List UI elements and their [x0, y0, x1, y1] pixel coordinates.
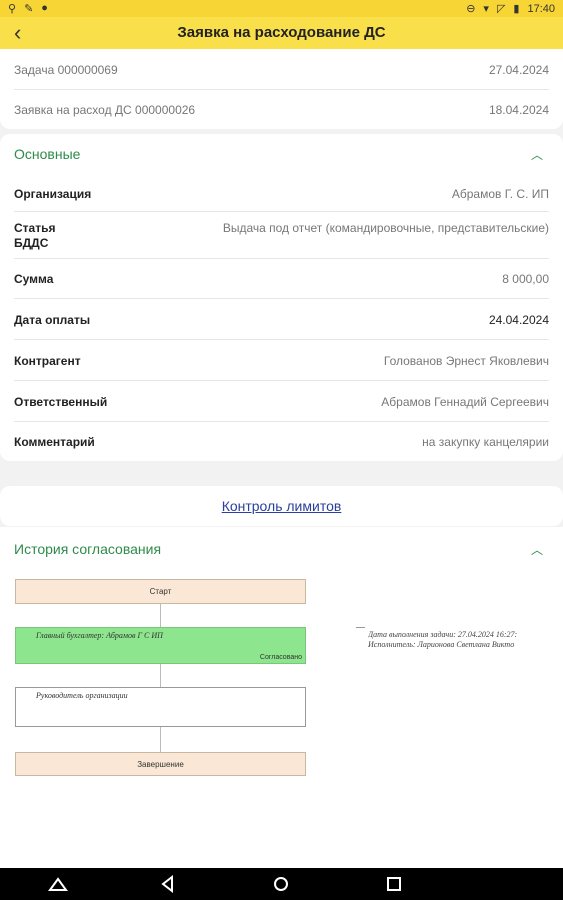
page-title: Заявка на расходование ДС — [177, 24, 386, 41]
divider — [14, 380, 549, 381]
field-value: Абрамов Г. С. ИП — [451, 187, 549, 201]
flow-step-director[interactable]: Руководитель организации — [15, 687, 306, 727]
minus-circle-icon: ⊖ — [466, 3, 476, 15]
field-label: Дата оплаты — [14, 313, 91, 327]
task-number: Задача 000000069 — [14, 63, 118, 77]
status-bar: ⚲ ✎ ● ⊖ ▾ ◸ ▮ 17:40 — [0, 0, 563, 17]
connector-line — [160, 604, 161, 627]
field-value: Абрамов Геннадий Сергеевич — [381, 395, 549, 409]
home-up-icon[interactable] — [48, 874, 68, 894]
divider — [14, 298, 549, 299]
divider — [14, 421, 549, 422]
history-card: История согласования ︿ Старт Главный бух… — [0, 527, 563, 868]
step-text: Руководитель организации — [36, 691, 128, 700]
navigation-bar — [0, 868, 563, 900]
field-value: 24.04.2024 — [488, 313, 549, 327]
divider — [14, 339, 549, 340]
no-signal-icon: ◸ — [496, 3, 506, 15]
divider — [14, 89, 549, 90]
note-executor: Исполнитель: Ларионова Светлана Викто — [368, 640, 515, 649]
field-label: Организация — [14, 187, 92, 201]
battery-icon: ▮ — [513, 3, 520, 15]
wifi-icon: ▾ — [483, 3, 489, 15]
divider — [14, 258, 549, 259]
status-icons-right: ⊖ ▾ ◸ ▮ 17:40 — [466, 2, 555, 16]
field-value: 8 000,00 — [502, 272, 549, 286]
flow-step-chief-accountant[interactable]: Главный бухгалтер: Абрамов Г С ИП Соглас… — [15, 627, 306, 664]
step-text: Главный бухгалтер: Абрамов Г С ИП — [36, 631, 163, 640]
app-bar: ‹ Заявка на расходование ДС — [0, 17, 563, 49]
task-info-card: Задача 000000069 27.04.2024 Заявка на ра… — [0, 49, 563, 129]
field-value: Голованов Эрнест Яковлевич — [383, 354, 549, 368]
notification-icon: ● — [41, 2, 48, 14]
connector-line — [160, 727, 161, 752]
field-value: на закупку канцелярии — [422, 435, 549, 449]
field-label: Комментарий — [14, 435, 95, 449]
field-label: Контрагент — [14, 354, 81, 368]
request-date: 18.04.2024 — [488, 103, 549, 117]
field-value: Выдача под отчет (командировочные, предс… — [222, 221, 549, 235]
note-dash — [356, 627, 365, 628]
field-label: Ответственный — [14, 395, 108, 409]
home-icon[interactable] — [271, 874, 291, 894]
field-label: Сумма — [14, 272, 54, 286]
status-icons-left: ⚲ ✎ ● — [8, 2, 48, 15]
recent-apps-icon[interactable] — [384, 874, 404, 894]
note-date: Дата выполнения задачи: 27.04.2024 16:27… — [368, 630, 518, 639]
field-label: Статья БДДС — [14, 221, 56, 250]
chevron-up-icon[interactable]: ︿ — [531, 146, 543, 163]
flow-end: Завершение — [15, 752, 306, 776]
limits-control-link[interactable]: Контроль лимитов — [0, 498, 563, 514]
usb-icon: ⚲ — [8, 3, 17, 15]
main-section-title[interactable]: Основные — [14, 146, 80, 162]
approval-flowchart: Старт Главный бухгалтер: Абрамов Г С ИП … — [0, 527, 563, 868]
back-icon[interactable] — [158, 874, 178, 894]
status-time: 17:40 — [527, 2, 555, 15]
limits-card: Контроль лимитов — [0, 486, 563, 526]
wrench-icon: ✎ — [24, 3, 34, 15]
execution-note: Дата выполнения задачи: 27.04.2024 16:27… — [368, 630, 563, 650]
request-number: Заявка на расход ДС 000000026 — [14, 103, 196, 117]
flow-start: Старт — [15, 579, 306, 604]
task-date: 27.04.2024 — [488, 63, 549, 77]
step-status: Согласовано — [259, 654, 302, 661]
divider — [14, 211, 549, 212]
main-section-card: Основные ︿ Организация Абрамов Г. С. ИП … — [0, 134, 563, 461]
connector-line — [160, 664, 161, 687]
